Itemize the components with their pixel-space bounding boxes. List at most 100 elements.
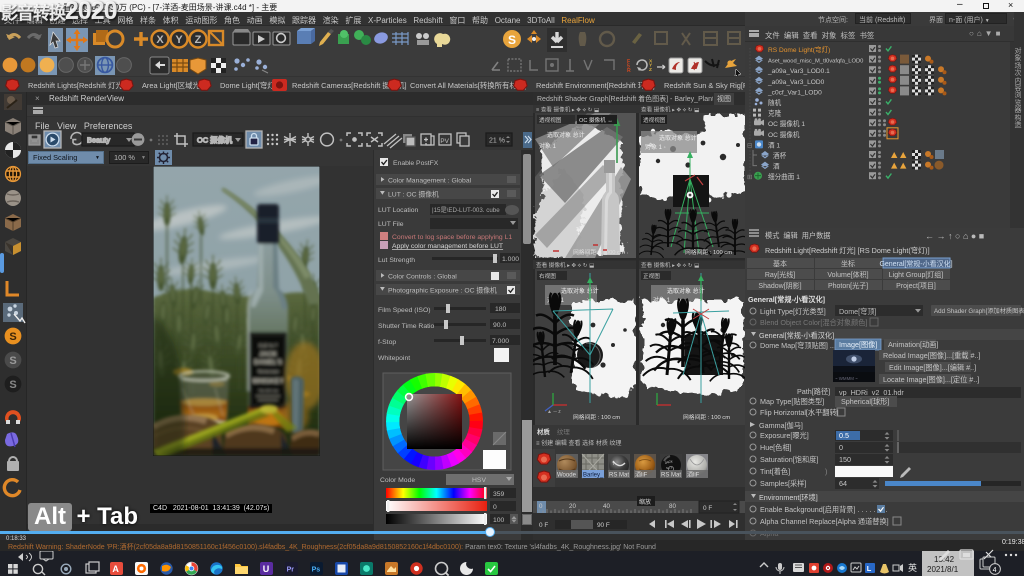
- svg-text:90.0: 90.0: [493, 322, 506, 329]
- svg-text:150: 150: [839, 455, 851, 464]
- svg-text:Path[路径]: Path[路径]: [797, 387, 830, 396]
- svg-text:Light Group[灯组]: Light Group[灯组]: [889, 270, 944, 279]
- svg-text:对象 1: 对象 1: [539, 142, 557, 150]
- svg-text:≡ 查看 摄像机 ▸ ✥ ⟡ ↻ ⬓: ≡ 查看 摄像机 ▸ ✥ ⟡ ↻ ⬓: [536, 105, 600, 113]
- svg-text:X: X: [156, 34, 164, 46]
- svg-text:2021/8/1: 2021/8/1: [927, 565, 959, 574]
- svg-text:Project[项目]: Project[项目]: [896, 282, 936, 290]
- svg-text:vp_HDRi_v2_01.hdr: vp_HDRi_v2_01.hdr: [839, 388, 904, 397]
- svg-text:酒liF: 酒liF: [635, 471, 648, 479]
- svg-text:右视图: 右视图: [539, 272, 556, 280]
- svg-text:359: 359: [493, 491, 505, 498]
- svg-text:0: 0: [539, 503, 543, 510]
- svg-text:Dome Light[穹灯]: Dome Light[穹灯]: [220, 81, 277, 90]
- svg-text:Ps: Ps: [312, 567, 321, 574]
- svg-text:Color Controls : Global: Color Controls : Global: [388, 273, 457, 280]
- svg-text:OC 摄像机: OC 摄像机: [197, 136, 233, 145]
- svg-text:选取对象 总计: 选取对象 总计: [547, 131, 585, 139]
- svg-text:← → ↑ ○ ⌂ ● ■: ← → ↑ ○ ⌂ ● ■: [925, 231, 984, 241]
- svg-text:S: S: [9, 379, 16, 391]
- svg-text:Film Speed (ISO): Film Speed (ISO): [378, 307, 431, 314]
- svg-text:Redshift Sun & Sky Rig[Redsh: Redshift Sun & Sky Rig[Redsh: [664, 81, 745, 90]
- svg-text:Photon[光子]: Photon[光子]: [828, 281, 868, 290]
- svg-text:克隆: 克隆: [768, 109, 782, 118]
- svg-text:OC 摄像机: OC 摄像机: [768, 130, 800, 139]
- svg-text:_a09a_Var3_LOD0.1: _a09a_Var3_LOD0.1: [767, 68, 830, 75]
- svg-text:Flip Horizontal[水平翻转]: Flip Horizontal[水平翻转]: [760, 408, 839, 417]
- svg-text:随机: 随机: [768, 98, 782, 107]
- svg-text:网格间距 : 100 cm: 网格间距 : 100 cm: [573, 413, 620, 421]
- svg-text:S: S: [508, 33, 516, 47]
- svg-text:Map Type[贴图类型]: Map Type[贴图类型]: [760, 397, 824, 406]
- svg-text:纹理: 纹理: [557, 427, 570, 436]
- svg-text:Shadow[阴影]: Shadow[阴影]: [758, 281, 801, 290]
- svg-text:酒liF: 酒liF: [687, 471, 700, 479]
- svg-text:Aset_wood_misc_M_tl0vafqfa_LOD: Aset_wood_misc_M_tl0vafqfa_LOD0: [768, 59, 863, 65]
- svg-text:Environment[环境]: Environment[环境]: [759, 493, 818, 502]
- svg-text:网格间距: 10000 cm: 网格间距: 10000 cm: [573, 248, 625, 256]
- svg-text:0: 0: [493, 504, 497, 511]
- svg-text:LUT Location: LUT Location: [378, 207, 419, 214]
- svg-text:80: 80: [669, 503, 676, 510]
- svg-text:40: 40: [603, 503, 610, 510]
- svg-text:Color Management : Global: Color Management : Global: [388, 177, 472, 184]
- svg-text:F5R: F5R: [627, 59, 631, 74]
- svg-text:细分曲面 1: 细分曲面 1: [768, 172, 800, 181]
- svg-text:S: S: [9, 331, 16, 343]
- svg-text:~ WMMM ~: ~ WMMM ~: [835, 376, 858, 381]
- svg-text:LUT : OC 摄像机: LUT : OC 摄像机: [388, 189, 439, 198]
- svg-text:RS Mat: RS Mat: [609, 473, 629, 479]
- svg-text:Area Light[区域光]: Area Light[区域光]: [142, 81, 202, 90]
- svg-text:0 F: 0 F: [703, 505, 712, 512]
- svg-text:f-Stop: f-Stop: [378, 339, 396, 346]
- svg-text:OC 摄像机 1: OC 摄像机 1: [768, 119, 805, 128]
- svg-text:Samples[采样]: Samples[采样]: [760, 479, 806, 488]
- svg-text:选取对象 总计: 选取对象 总计: [659, 134, 697, 142]
- svg-text:): ): [825, 467, 827, 476]
- svg-text:Reload Image[图像]...[重载 #..]: Reload Image[图像]...[重载 #..]: [883, 351, 980, 360]
- svg-text:0 F: 0 F: [539, 522, 548, 529]
- svg-text:LUT File: LUT File: [378, 221, 404, 228]
- svg-text:7.000: 7.000: [492, 338, 509, 345]
- svg-text:L: L: [867, 564, 872, 573]
- svg-text:Add Shader Graph[添加材质图表]: Add Shader Graph[添加材质图表]: [934, 307, 1024, 315]
- svg-text:透视视图: 透视视图: [643, 116, 666, 124]
- svg-text:Shutter Time Ratio: Shutter Time Ratio: [378, 323, 435, 330]
- svg-text:选取对象 总计: 选取对象 总计: [561, 287, 599, 295]
- svg-text:4: 4: [993, 567, 997, 574]
- svg-text:Saturation[饱和度]: Saturation[饱和度]: [760, 455, 818, 464]
- svg-text:酒杯: 酒杯: [773, 151, 787, 160]
- svg-text:XYZ: XYZ: [649, 58, 653, 72]
- svg-text:网格间距 : 100 cm: 网格间距 : 100 cm: [683, 413, 730, 421]
- svg-text:Spherical[球形]: Spherical[球形]: [841, 397, 889, 406]
- svg-text:Convert All Materials[转换所有材质]: Convert All Materials[转换所有材质]: [410, 81, 526, 90]
- svg-text:Woode: Woode: [557, 473, 577, 479]
- svg-text:HSV: HSV: [472, 477, 486, 484]
- svg-text:Gamma[伽马]: Gamma[伽马]: [759, 421, 803, 430]
- svg-text:21 %: 21 %: [489, 138, 505, 145]
- svg-text:Enable Background[启用背景] . . .: Enable Background[启用背景] . . . . . . . .: [760, 505, 887, 514]
- svg-text:_a09a_Var3_LOD0: _a09a_Var3_LOD0: [767, 79, 825, 86]
- svg-text:模式 编辑 用户数据: 模式 编辑 用户数据: [765, 231, 831, 240]
- svg-text:Z: Z: [195, 34, 202, 46]
- svg-text:Lut Strength: Lut Strength: [378, 257, 415, 264]
- svg-text:正视图: 正视图: [643, 272, 660, 280]
- svg-text:Color Mode: Color Mode: [380, 477, 415, 484]
- svg-text:Whitepoint: Whitepoint: [378, 355, 410, 362]
- svg-text:0.5: 0.5: [839, 431, 849, 440]
- svg-text:⊞: ⊞: [747, 174, 753, 181]
- svg-text:Light Type[灯光类型]: Light Type[灯光类型]: [760, 307, 826, 316]
- svg-text:Volume[体积]: Volume[体积]: [827, 270, 868, 279]
- svg-text:0: 0: [839, 443, 843, 452]
- svg-text:Hue[色相]: Hue[色相]: [760, 443, 792, 452]
- svg-text:PV: PV: [440, 138, 449, 145]
- svg-text:Apply color management before: Apply color management before LUT: [392, 243, 503, 250]
- svg-text:材质: 材质: [537, 427, 550, 436]
- svg-text:RS Dome Light(穹灯): RS Dome Light(穹灯): [768, 45, 830, 54]
- svg-text:Blend Object Color[混合对象颜色]: Blend Object Color[混合对象颜色]: [760, 318, 867, 327]
- svg-text:Redshift Light[Redshift 灯光] [R: Redshift Light[Redshift 灯光] [RS Dome Lig…: [765, 246, 930, 255]
- svg-text:Alpha Channel Replace[Alpha 通道: Alpha Channel Replace[Alpha 通道替换]: [760, 517, 889, 526]
- svg-text:Dome[穹顶]: Dome[穹顶]: [839, 307, 877, 316]
- svg-text:100: 100: [493, 517, 505, 524]
- svg-text:Pr: Pr: [287, 567, 295, 574]
